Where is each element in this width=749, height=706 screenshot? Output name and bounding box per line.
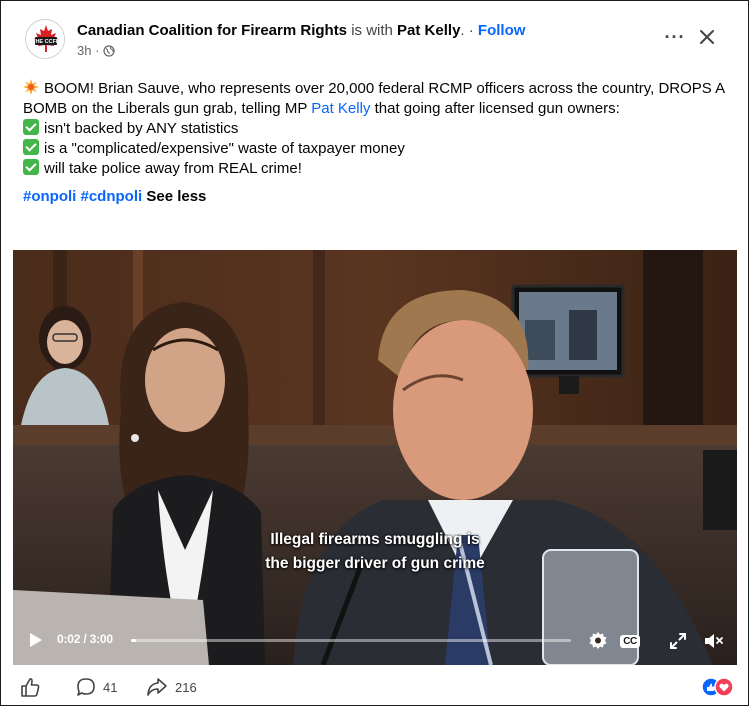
reaction-icons <box>701 677 734 697</box>
maple-leaf-logo-icon: THE CCFR <box>27 21 64 58</box>
comment-button[interactable]: 41 <box>75 675 117 699</box>
globe-icon <box>103 45 116 57</box>
avatar-logo-text: THE CCFR <box>32 39 60 45</box>
hashtag-onpoli[interactable]: #onpoli <box>23 188 76 205</box>
captions-button[interactable]: CC <box>617 628 643 654</box>
separator-text: . · <box>460 22 478 39</box>
mention-link[interactable]: Pat Kelly <box>311 100 370 117</box>
reactions-summary[interactable] <box>701 677 735 697</box>
expand-icon <box>670 633 686 649</box>
share-icon <box>147 678 167 696</box>
post-card: THE CCFR Canadian Coalition for Firearm … <box>0 0 749 706</box>
bullet-item: will take police away from REAL crime! <box>23 159 733 179</box>
share-button[interactable]: 216 <box>145 675 197 699</box>
video-caption: Illegal firearms smuggling is the bigger… <box>13 528 737 576</box>
page-name-link[interactable]: Canadian Coalition for Firearm Rights <box>77 22 347 39</box>
play-button[interactable] <box>25 630 45 650</box>
explosion-icon <box>23 79 39 95</box>
video-frame-image <box>13 250 737 665</box>
shares-count: 216 <box>175 679 197 695</box>
gear-icon <box>589 632 607 649</box>
check-mark-icon <box>23 119 39 135</box>
post-actions: 41 216 <box>19 673 735 701</box>
progress-fill <box>131 639 136 642</box>
ellipsis-icon: ··· <box>664 26 686 47</box>
like-button[interactable] <box>19 675 41 699</box>
bullet-text: will take police away from REAL crime! <box>44 160 302 177</box>
bullet-text: isn't backed by ANY statistics <box>44 120 239 137</box>
intro-text-2: that going after licensed gun owners: <box>370 100 620 117</box>
bullet-item: isn't backed by ANY statistics <box>23 119 733 139</box>
post-author-line: Canadian Coalition for Firearm Rights is… <box>77 21 637 41</box>
bullet-item: is a "complicated/expensive" waste of ta… <box>23 139 733 159</box>
play-icon <box>30 633 42 647</box>
see-less-button[interactable]: See less <box>146 188 206 205</box>
caption-line-1: Illegal firearms smuggling is <box>270 531 480 548</box>
video-player[interactable]: Illegal firearms smuggling is the bigger… <box>13 250 737 665</box>
closed-captions-icon: CC <box>620 634 640 648</box>
video-controls: 0:02 / 3:00 CC <box>13 622 737 660</box>
speaker-muted-icon <box>705 634 723 648</box>
check-mark-icon <box>23 159 39 175</box>
caption-line-2: the bigger driver of gun crime <box>265 555 485 572</box>
hashtag-line: #onpoli #cdnpoli See less <box>23 187 733 207</box>
mute-button[interactable] <box>701 628 727 654</box>
post-intro: BOOM! Brian Sauve, who represents over 2… <box>23 79 733 119</box>
with-text: is with <box>347 22 398 39</box>
post-body: BOOM! Brian Sauve, who represents over 2… <box>23 79 733 207</box>
video-progress-bar[interactable] <box>131 639 571 642</box>
tagged-person-link[interactable]: Pat Kelly <box>397 22 460 39</box>
more-options-button[interactable]: ··· <box>657 19 693 55</box>
page-avatar[interactable]: THE CCFR <box>25 19 65 59</box>
close-button[interactable] <box>689 19 725 55</box>
follow-button[interactable]: Follow <box>478 22 526 39</box>
thumbs-up-icon <box>21 678 40 697</box>
fullscreen-button[interactable] <box>665 628 691 654</box>
post-timestamp[interactable]: 3h · <box>77 42 99 60</box>
post-header: THE CCFR Canadian Coalition for Firearm … <box>25 19 725 63</box>
comment-icon <box>77 678 95 696</box>
post-meta: Canadian Coalition for Firearm Rights is… <box>77 21 637 60</box>
check-mark-icon <box>23 139 39 155</box>
bullet-text: is a "complicated/expensive" waste of ta… <box>44 140 405 157</box>
video-time: 0:02 / 3:00 <box>57 632 113 646</box>
settings-button[interactable] <box>585 628 611 654</box>
hashtag-cdnpoli[interactable]: #cdnpoli <box>81 188 143 205</box>
post-time-line: 3h · <box>77 42 637 60</box>
close-icon <box>700 30 714 44</box>
comments-count: 41 <box>103 679 118 695</box>
